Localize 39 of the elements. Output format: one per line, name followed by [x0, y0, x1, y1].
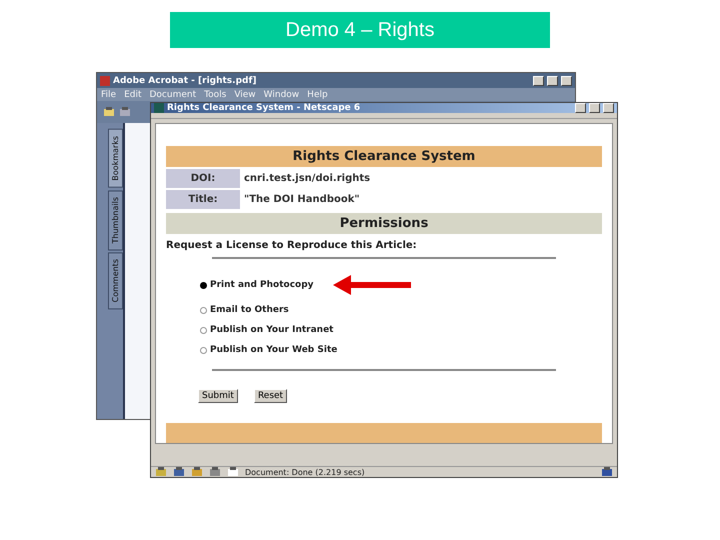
app-icon — [154, 103, 164, 113]
close-button[interactable] — [561, 76, 572, 86]
window-title: Rights Clearance System - Netscape 6 — [167, 103, 362, 113]
radio-button[interactable] — [200, 346, 207, 354]
status-text: Document: Done (2.219 secs) — [245, 468, 366, 476]
radio-button[interactable] — [200, 306, 207, 314]
option-label: Publish on Your Intranet — [210, 325, 334, 335]
menu-item[interactable]: Document — [150, 90, 196, 100]
section-heading: Permissions — [166, 213, 602, 234]
side-tab[interactable]: Bookmarks — [108, 129, 123, 188]
form-button[interactable]: Submit — [198, 389, 238, 403]
prompt-text: Request a License to Reproduce this Article: — [166, 240, 418, 251]
slide-title: Demo 4 – Rights — [170, 12, 550, 48]
form-button[interactable]: Reset — [254, 389, 288, 403]
minimize-button[interactable] — [533, 76, 544, 86]
maximize-button[interactable] — [589, 103, 600, 113]
app-icon — [100, 76, 110, 86]
side-tab[interactable]: Comments — [108, 252, 123, 310]
field-value: "The DOI Handbook" — [243, 193, 361, 207]
window-title: Adobe Acrobat - [rights.pdf] — [113, 76, 258, 86]
radio-button[interactable] — [200, 282, 207, 288]
menu-item[interactable]: Tools — [204, 90, 226, 100]
page-heading: Rights Clearance System — [166, 146, 602, 167]
menu-item[interactable]: Edit — [124, 90, 142, 100]
side-tab[interactable]: Thumbnails — [108, 190, 123, 250]
menu-item[interactable]: View — [234, 90, 256, 100]
menu-item[interactable]: File — [101, 90, 116, 100]
option-label: Print and Photocopy — [210, 280, 314, 290]
field-label: DOI: — [166, 169, 240, 188]
menu-item[interactable]: Help — [307, 90, 328, 100]
maximize-button[interactable] — [547, 76, 558, 86]
field-label: Title: — [166, 190, 240, 209]
close-button[interactable] — [603, 103, 614, 113]
menu-item[interactable]: Window — [264, 90, 300, 100]
option-label: Email to Others — [210, 305, 289, 315]
minimize-button[interactable] — [575, 103, 586, 113]
option-label: Publish on Your Web Site — [210, 345, 338, 355]
radio-button[interactable] — [200, 326, 207, 334]
field-value: cnri.test.jsn/doi.rights — [243, 172, 372, 186]
